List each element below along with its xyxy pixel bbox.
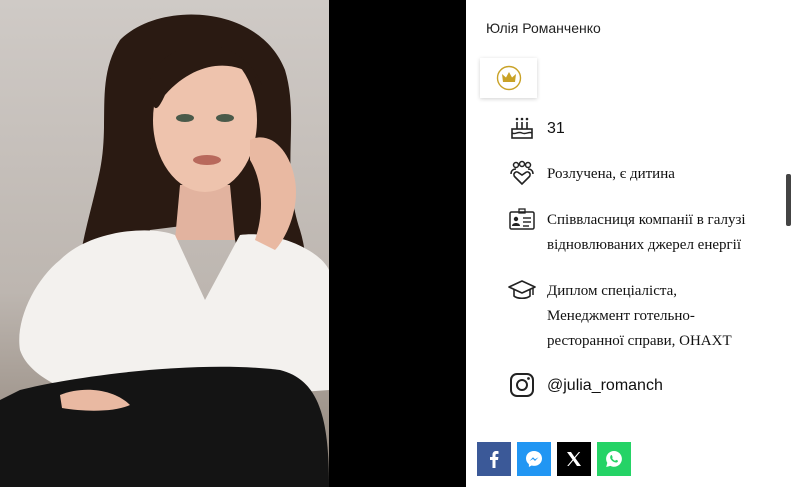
profile-info-panel: Юлія Романченко 31 Розлучена, є дитина С… [466, 0, 791, 487]
occupation-line-1: Співвласниця компанії в галузі [547, 212, 746, 228]
messenger-share-button[interactable] [517, 442, 551, 476]
scrollbar-thumb[interactable] [786, 174, 791, 226]
crown-icon [496, 65, 521, 91]
marital-status: Розлучена, є дитина [547, 166, 675, 182]
graduation-cap-icon [508, 276, 536, 304]
portrait-illustration [0, 14, 329, 487]
x-share-button[interactable] [557, 442, 591, 476]
education-line-3: ресторанної справи, ОНАХТ [547, 333, 732, 349]
id-card-icon [508, 206, 536, 234]
education: Диплом спеціаліста, Менеджмент готельно-… [547, 279, 732, 354]
education-line-2: Менеджмент готельно- [547, 308, 695, 324]
profile-photo [0, 0, 329, 487]
family-icon [508, 160, 536, 188]
messenger-icon [526, 451, 542, 467]
whatsapp-share-button[interactable] [597, 442, 631, 476]
occupation: Співвласниця компанії в галузі відновлюв… [547, 208, 746, 258]
profile-name: Юлія Романченко [486, 20, 601, 36]
facebook-icon [490, 451, 499, 468]
instagram-icon[interactable] [508, 371, 536, 399]
birthday-cake-icon [508, 114, 536, 142]
x-icon [567, 452, 581, 466]
vip-badge [480, 58, 537, 98]
occupation-line-2: відновлюваних джерел енергії [547, 237, 742, 253]
age-value: 31 [547, 120, 565, 137]
education-line-1: Диплом спеціаліста, [547, 283, 678, 299]
instagram-handle[interactable]: @julia_romanch [547, 373, 663, 398]
facebook-share-button[interactable] [477, 442, 511, 476]
whatsapp-icon [606, 451, 622, 467]
photo-area [0, 0, 466, 487]
